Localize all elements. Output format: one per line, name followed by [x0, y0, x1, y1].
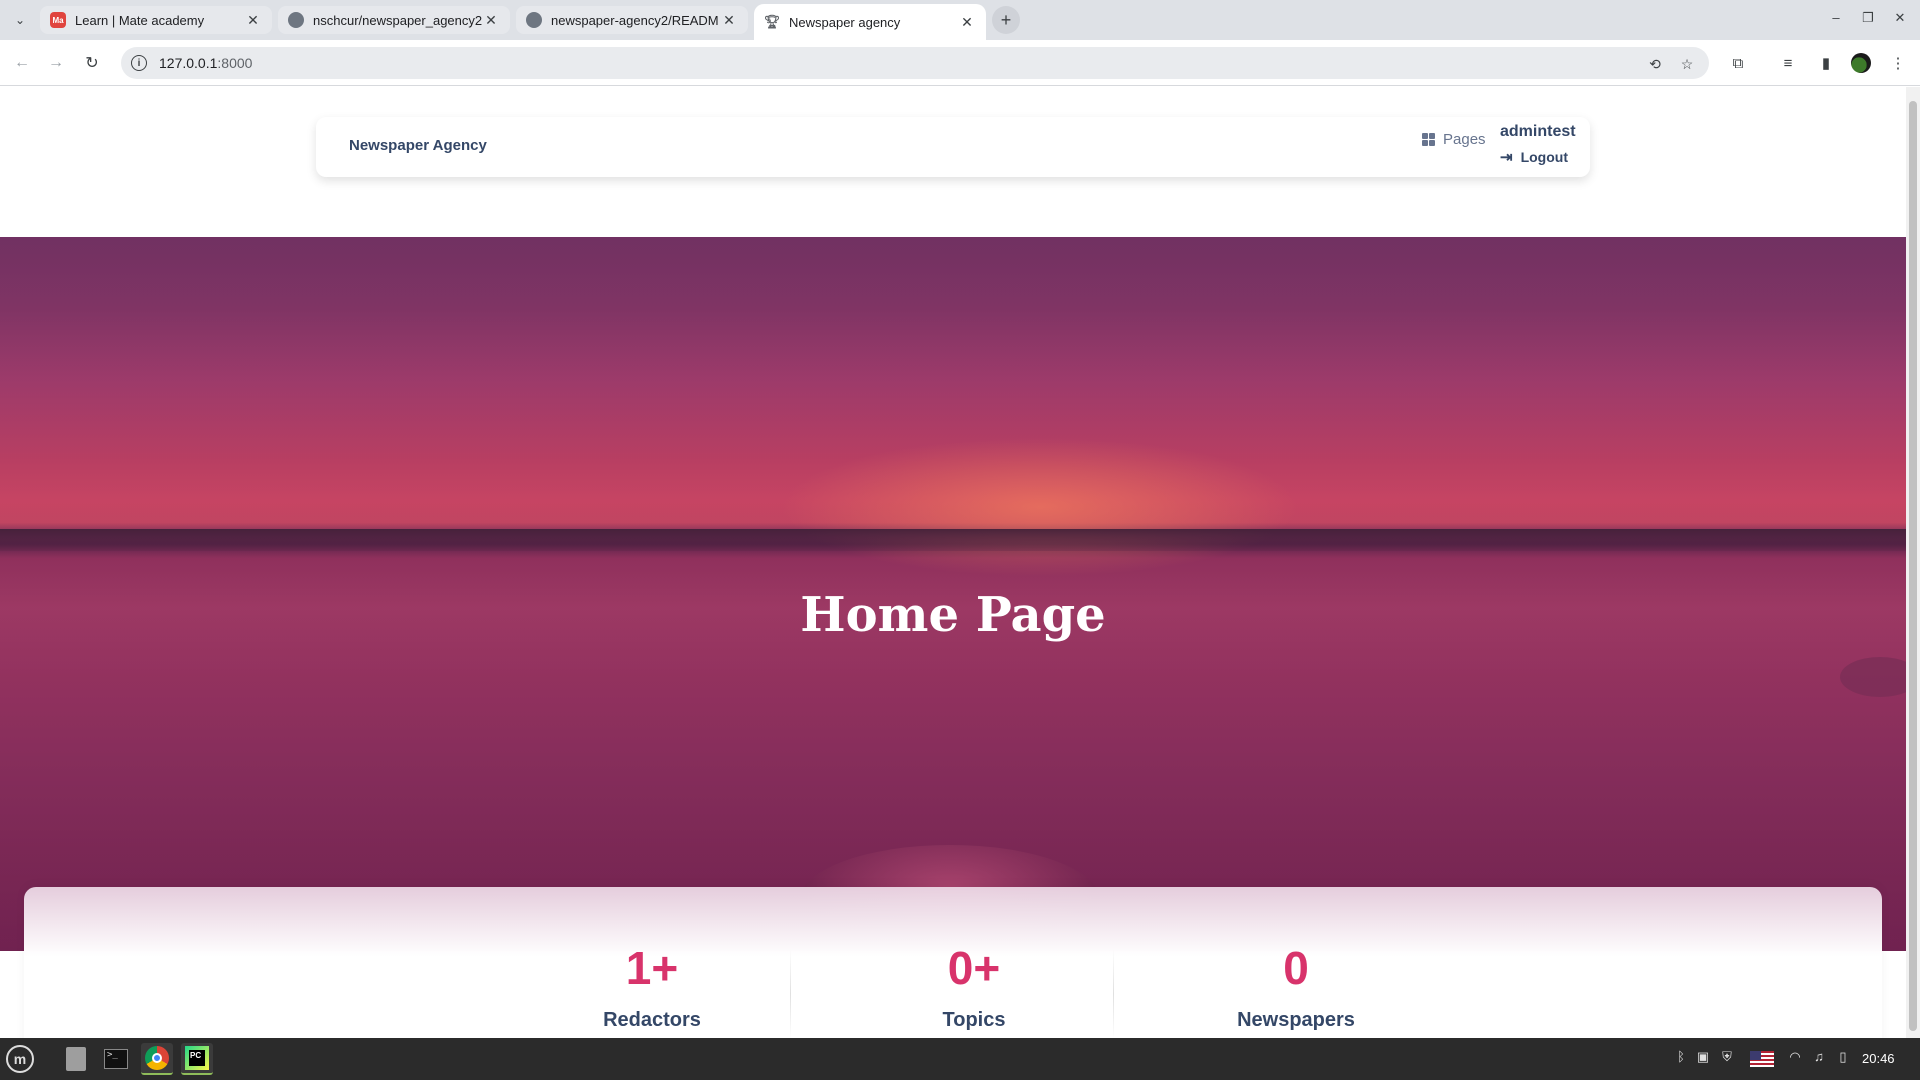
stat-label: Newspapers [1237, 1009, 1355, 1031]
restore-icon[interactable]: ❐ [1858, 10, 1878, 26]
tab-close-icon[interactable]: ✕ [720, 12, 738, 29]
wifi-icon[interactable]: ◠ [1786, 1049, 1804, 1065]
tab-search-button[interactable]: ⌄ [8, 8, 32, 32]
tab-github-readme[interactable]: newspaper-agency2/READM ✕ [516, 6, 748, 34]
tab-title: Newspaper agency [789, 14, 901, 30]
us-flag-icon[interactable] [1750, 1051, 1774, 1067]
forward-button[interactable]: → [44, 51, 68, 75]
sound-icon[interactable]: ♫ [1810, 1049, 1828, 1064]
scrollbar-thumb[interactable] [1909, 101, 1917, 1031]
brand-link[interactable]: Newspaper Agency [349, 137, 487, 154]
stat-label: Redactors [603, 1009, 701, 1031]
start-menu-icon[interactable]: m [6, 1045, 34, 1073]
os-taskbar: m >_ PC ᛒ ▣ ⛨ ◠ ♫ ▯ 20:46 [0, 1038, 1920, 1080]
tab-close-icon[interactable]: ✕ [958, 14, 976, 31]
browser-menu-icon[interactable]: ⋮ [1886, 51, 1910, 75]
logout-link[interactable]: ⇥ Logout [1500, 148, 1568, 166]
tab-title: newspaper-agency2/READM [551, 12, 719, 28]
stat-label: Topics [942, 1009, 1006, 1031]
site-info-icon[interactable]: i [131, 55, 147, 71]
shoreline [0, 529, 1906, 551]
stat-newspapers: 0 Newspapers [1136, 941, 1456, 1032]
media-control-icon[interactable]: ≡ [1776, 51, 1800, 75]
side-rock [1840, 657, 1906, 697]
github-icon [526, 12, 542, 28]
page-scrollbar[interactable] [1906, 87, 1920, 1038]
stat-topics: 0+ Topics [814, 941, 1134, 1032]
bookmark-star-icon[interactable]: ☆ [1677, 54, 1697, 74]
chrome-icon[interactable] [141, 1043, 173, 1075]
profile-avatar[interactable] [1851, 53, 1871, 73]
tab-mate-academy[interactable]: Ma Learn | Mate academy ✕ [40, 6, 272, 34]
minimize-icon[interactable]: – [1826, 10, 1846, 25]
file-manager-icon[interactable] [60, 1043, 92, 1075]
stats-card: 1+ Redactors 0+ Topics 0 Newspapers [24, 887, 1882, 1038]
reload-button[interactable]: ↻ [80, 51, 104, 75]
browser-tab-bar: ⌄ Ma Learn | Mate academy ✕ nschcur/news… [0, 0, 1920, 40]
url-text: 127.0.0.1:8000 [159, 55, 253, 71]
stat-value: 0+ [947, 942, 1001, 994]
github-icon [288, 12, 304, 28]
page-viewport: Home Page Newspaper Agency Pages adminte… [0, 87, 1906, 1038]
tab-github-repo[interactable]: nschcur/newspaper_agency2 ✕ [278, 6, 510, 34]
stat-value: 1+ [625, 942, 679, 994]
tab-newspaper-agency[interactable]: 🏆︎ Newspaper agency ✕ [754, 4, 986, 40]
battery-icon[interactable]: ▯ [1834, 1049, 1852, 1065]
close-window-icon[interactable]: ✕ [1890, 10, 1910, 26]
clipboard-icon[interactable]: ▣ [1694, 1049, 1712, 1065]
logout-icon: ⇥ [1500, 149, 1513, 166]
side-panel-icon[interactable]: ▮ [1814, 51, 1838, 75]
hero-title: Home Page [800, 587, 1106, 643]
pages-link[interactable]: Pages [1422, 131, 1486, 148]
shield-icon[interactable]: ⛨ [1718, 1049, 1736, 1065]
stat-divider [790, 949, 791, 1038]
pages-label: Pages [1443, 131, 1486, 148]
extensions-icon[interactable]: ⧉ [1726, 51, 1750, 75]
pycharm-icon[interactable]: PC [181, 1043, 213, 1075]
new-tab-button[interactable]: + [992, 6, 1020, 34]
stat-divider [1113, 949, 1114, 1038]
hero-section: Home Page [0, 237, 1906, 955]
tab-close-icon[interactable]: ✕ [244, 12, 262, 29]
clock[interactable]: 20:46 [1862, 1051, 1895, 1066]
mate-academy-icon: Ma [50, 12, 66, 28]
dashboard-icon [1422, 133, 1435, 146]
trophy-icon: 🏆︎ [763, 14, 781, 29]
back-button[interactable]: ← [10, 51, 34, 75]
tab-close-icon[interactable]: ✕ [482, 12, 500, 29]
terminal-icon[interactable]: >_ [100, 1043, 132, 1075]
address-bar[interactable]: i 127.0.0.1:8000 ⟲ ☆ [121, 47, 1709, 79]
tab-title: nschcur/newspaper_agency2 [313, 12, 482, 28]
stat-value: 0 [1283, 942, 1309, 994]
logout-label: Logout [1520, 149, 1568, 165]
site-navbar: Newspaper Agency Pages admintest ⇥ Logou… [316, 117, 1590, 177]
username: admintest [1500, 123, 1576, 140]
browser-toolbar: ← → ↻ i 127.0.0.1:8000 ⟲ ☆ ⧉ ≡ ▮ ⋮ [0, 40, 1920, 86]
sunset-glow [780, 437, 1300, 577]
bluetooth-icon[interactable]: ᛒ [1672, 1049, 1690, 1064]
stat-redactors: 1+ Redactors [492, 941, 812, 1032]
translate-icon[interactable]: ⟲ [1645, 54, 1665, 74]
tab-title: Learn | Mate academy [75, 12, 205, 28]
